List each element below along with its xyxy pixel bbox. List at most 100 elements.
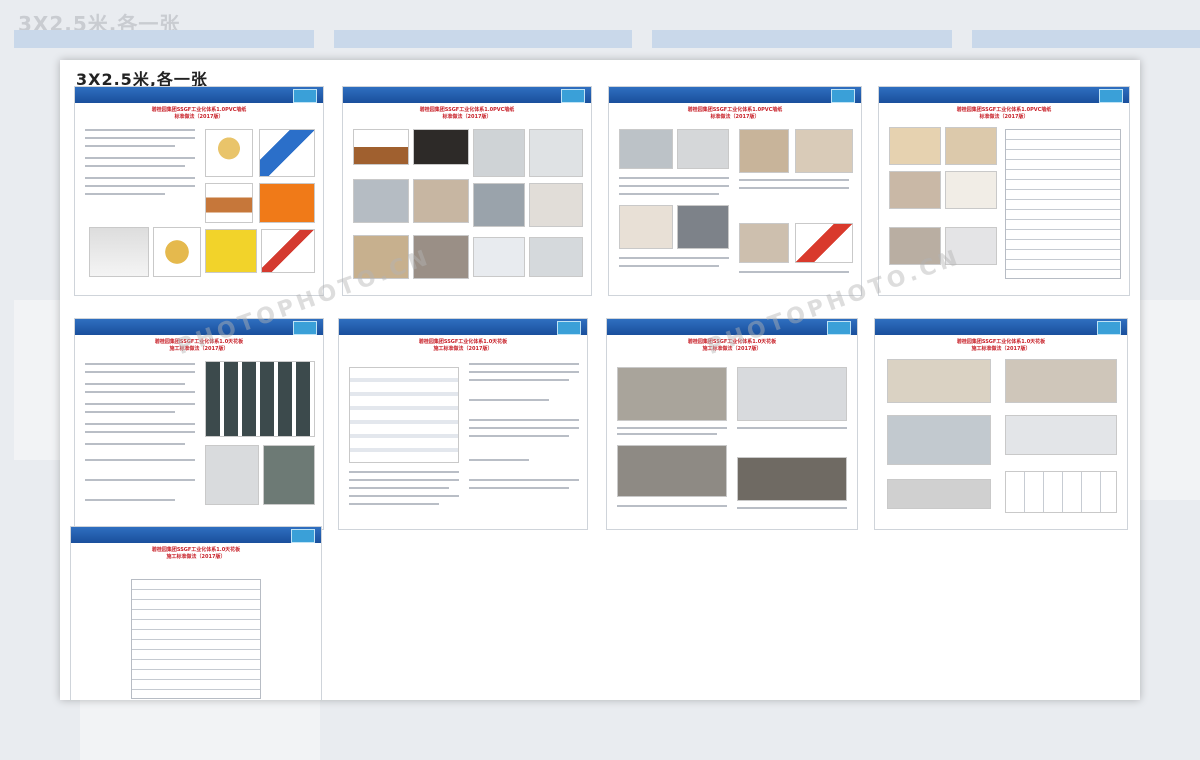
step-photo: [677, 129, 729, 169]
step-photo: [263, 445, 315, 505]
page-header-bar: [339, 319, 587, 335]
logo-icon: [561, 89, 585, 103]
text-line: [737, 507, 847, 509]
sheet-canvas: 3X2.5米,各一张 碧桂园集团SSGF工业化体系1.0PVC墙纸 标准做法（20…: [60, 60, 1140, 700]
text-line: [85, 459, 195, 461]
page-title: 碧桂园集团SSGF工业化体系1.0天花板 施工标准做法（2017版）: [418, 339, 508, 352]
text-line: [469, 435, 569, 437]
text-line: [469, 479, 579, 481]
text-line: [617, 433, 717, 435]
step-photo: [353, 129, 409, 165]
text-line: [85, 363, 195, 365]
background-page: [1140, 300, 1200, 500]
text-line: [85, 479, 195, 481]
step-photo: [617, 445, 727, 497]
page-header-bar: [75, 87, 323, 103]
text-line: [85, 177, 195, 179]
logo-icon: [1099, 89, 1123, 103]
step-photo: [795, 129, 853, 173]
step-photo: [473, 237, 525, 277]
logo-icon: [293, 321, 317, 335]
background-strip: [334, 30, 632, 48]
background-strip: [652, 30, 952, 48]
text-line: [469, 399, 549, 401]
step-photo: [617, 367, 727, 421]
text-line: [85, 185, 195, 187]
page-header-bar: [71, 527, 321, 543]
text-line: [85, 193, 165, 195]
text-line: [85, 157, 195, 159]
background-strip: [972, 30, 1200, 48]
text-line: [469, 427, 579, 429]
data-table: [1005, 129, 1121, 279]
step-photo: [353, 179, 409, 223]
text-line: [619, 185, 729, 187]
document-page: 碧桂园集团SSGF工业化体系1.0PVC墙纸 标准做法（2017版）: [608, 86, 862, 296]
tool-photo: [261, 229, 315, 273]
tool-photo: [153, 227, 201, 277]
page-header-bar: [879, 87, 1129, 103]
step-photo: [737, 457, 847, 501]
text-line: [349, 495, 459, 497]
text-line: [85, 137, 195, 139]
logo-icon: [291, 529, 315, 543]
page-header-bar: [875, 319, 1127, 335]
text-line: [85, 165, 185, 167]
text-line: [85, 391, 195, 393]
step-photo: [945, 127, 997, 165]
text-line: [349, 487, 449, 489]
step-photo: [737, 367, 847, 421]
text-line: [85, 443, 185, 445]
logo-icon: [1097, 321, 1121, 335]
text-line: [85, 145, 175, 147]
text-line: [349, 479, 459, 481]
step-photo: [739, 129, 789, 173]
text-line: [619, 265, 719, 267]
step-photo: [887, 359, 991, 403]
tool-photo: [205, 183, 253, 223]
logo-icon: [827, 321, 851, 335]
step-photo: [413, 179, 469, 223]
tool-photo: [259, 129, 315, 177]
text-line: [469, 419, 579, 421]
step-photo: [889, 171, 941, 209]
text-line: [737, 427, 847, 429]
text-line: [617, 427, 727, 429]
background-page: [14, 300, 60, 460]
page-title: 碧桂园集团SSGF工业化体系1.0PVC墙纸 标准做法（2017版）: [687, 107, 783, 120]
text-line: [85, 403, 195, 405]
page-title: 碧桂园集团SSGF工业化体系1.0PVC墙纸 标准做法（2017版）: [419, 107, 515, 120]
step-photo: [413, 129, 469, 165]
text-line: [85, 499, 175, 501]
tool-photo: [89, 227, 149, 277]
text-line: [469, 487, 569, 489]
document-page: 碧桂园集团SSGF工业化体系1.0PVC墙纸 标准做法（2017版）: [74, 86, 324, 296]
floor-plan: [1005, 471, 1117, 513]
text-line: [619, 177, 729, 179]
page-title: 碧桂园集团SSGF工业化体系1.0PVC墙纸 标准做法（2017版）: [151, 107, 247, 120]
logo-icon: [831, 89, 855, 103]
logo-icon: [293, 89, 317, 103]
step-photo: [1005, 359, 1117, 403]
step-photo: [1005, 415, 1117, 455]
logo-icon: [557, 321, 581, 335]
text-line: [85, 411, 175, 413]
tool-photo: [205, 129, 253, 177]
step-photo: [529, 129, 583, 177]
text-line: [469, 459, 529, 461]
page-title: 碧桂园集团SSGF工业化体系1.0天花板 施工标准做法（2017版）: [956, 339, 1046, 352]
background-page: [80, 700, 320, 760]
text-line: [739, 187, 849, 189]
step-photo: [619, 129, 673, 169]
page-header-bar: [343, 87, 591, 103]
step-photo: [529, 183, 583, 227]
step-photo: [945, 171, 997, 209]
step-photo: [473, 183, 525, 227]
text-line: [469, 371, 579, 373]
text-line: [85, 431, 195, 433]
tool-photo: [205, 229, 257, 273]
text-line: [619, 257, 729, 259]
step-photo: [205, 445, 259, 505]
text-line: [617, 505, 727, 507]
text-line: [739, 271, 849, 273]
